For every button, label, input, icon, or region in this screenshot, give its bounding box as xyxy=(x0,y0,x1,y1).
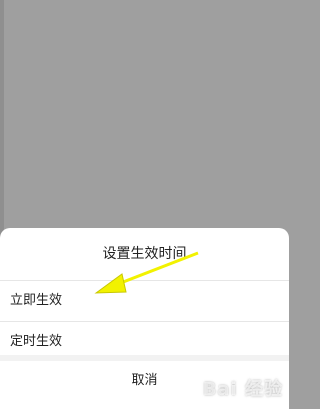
option-immediate[interactable]: 立即生效 xyxy=(0,281,289,321)
baidu-jingyan-watermark: Bai 经验 xyxy=(202,379,283,400)
action-sheet-title: 设置生效时间 xyxy=(102,246,187,262)
option-immediate-label: 立即生效 xyxy=(10,293,63,308)
